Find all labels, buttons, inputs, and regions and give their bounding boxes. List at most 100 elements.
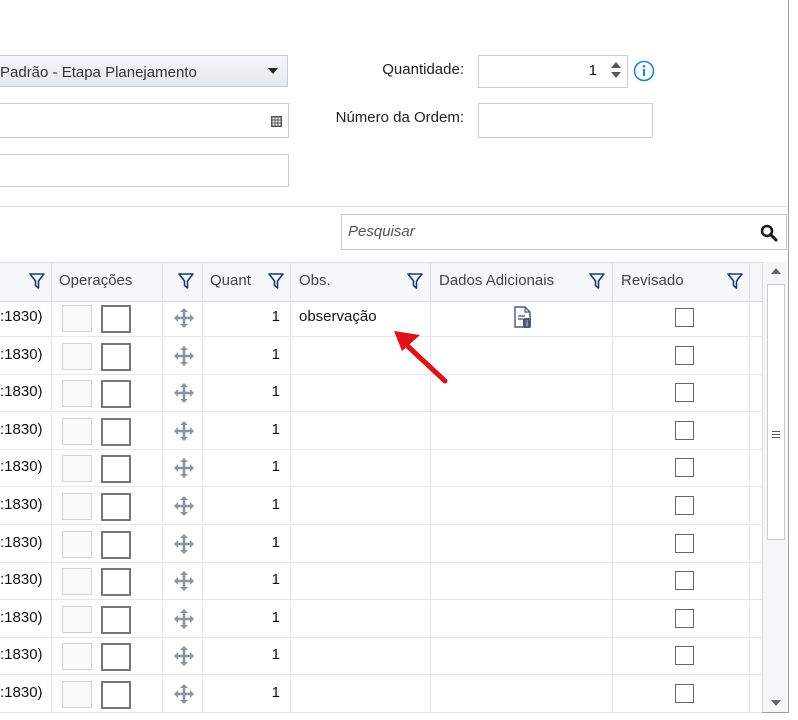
table-row[interactable]: :1830) 1	[0, 412, 762, 450]
cell-dados-adicionais[interactable]	[431, 488, 613, 524]
process-select[interactable]: Padrão - Etapa Planejamento	[0, 55, 288, 87]
operation-box[interactable]	[62, 568, 92, 596]
operation-box[interactable]	[62, 380, 92, 408]
table-row[interactable]: :1830) 1	[0, 375, 762, 413]
operation-box[interactable]	[62, 342, 92, 370]
vertical-scrollbar[interactable]	[762, 262, 788, 712]
text-field[interactable]	[0, 154, 289, 187]
move-icon[interactable]	[173, 345, 195, 367]
operation-box[interactable]	[101, 643, 131, 672]
revisado-checkbox[interactable]	[675, 533, 694, 553]
move-icon[interactable]	[173, 495, 195, 517]
cell-obs[interactable]	[291, 525, 431, 562]
cell-dados-adicionais[interactable]	[431, 412, 613, 449]
cell-obs[interactable]	[291, 600, 431, 637]
filter-icon[interactable]	[267, 272, 285, 290]
search-icon[interactable]	[760, 224, 778, 242]
cell-code[interactable]: :1830)	[0, 638, 52, 675]
filter-icon[interactable]	[28, 272, 46, 290]
table-row[interactable]: :1830) 1	[0, 563, 762, 601]
cell-dados-adicionais[interactable]	[431, 375, 613, 412]
spin-down-icon[interactable]	[611, 72, 621, 78]
column-header-dados-adicionais[interactable]: Dados Adicionais	[431, 263, 613, 301]
cell-code[interactable]: :1830)	[0, 525, 52, 562]
operation-box[interactable]	[101, 342, 131, 371]
calendar-icon[interactable]	[271, 116, 282, 127]
column-header-operacoes[interactable]: Operações	[52, 263, 163, 301]
revisado-checkbox[interactable]	[675, 646, 694, 666]
move-icon[interactable]	[173, 307, 195, 329]
document-icon[interactable]: i	[513, 306, 533, 330]
operation-box[interactable]	[101, 605, 131, 634]
info-icon[interactable]	[633, 60, 655, 82]
cell-code[interactable]: :1830)	[0, 676, 52, 712]
cell-obs[interactable]	[291, 563, 431, 600]
operation-box[interactable]	[101, 681, 131, 709]
move-icon[interactable]	[173, 645, 195, 667]
table-row[interactable]: :1830) 1	[0, 488, 762, 525]
cell-code[interactable]: :1830)	[0, 450, 52, 487]
date-field[interactable]	[0, 103, 289, 138]
table-row[interactable]: :1830) 1	[0, 525, 762, 563]
revisado-checkbox[interactable]	[675, 684, 694, 703]
cell-dados-adicionais[interactable]	[431, 638, 613, 675]
revisado-checkbox[interactable]	[675, 608, 694, 628]
cell-code[interactable]: :1830)	[0, 563, 52, 600]
table-row[interactable]: :1830) 1	[0, 638, 762, 676]
operation-box[interactable]	[101, 380, 131, 409]
column-header-quant[interactable]: Quant	[203, 263, 291, 301]
column-header-revisado[interactable]: Revisado	[613, 263, 750, 301]
revisado-checkbox[interactable]	[675, 458, 694, 478]
cell-obs[interactable]	[291, 412, 431, 449]
revisado-checkbox[interactable]	[675, 345, 694, 365]
order-number-field[interactable]	[478, 103, 653, 138]
move-icon[interactable]	[173, 533, 195, 555]
operation-box[interactable]	[101, 305, 131, 333]
table-row[interactable]: :1830) 1	[0, 450, 762, 488]
table-row[interactable]: :1830) 1	[0, 337, 762, 375]
cell-code[interactable]: :1830)	[0, 600, 52, 637]
filter-icon[interactable]	[177, 272, 195, 290]
operation-box[interactable]	[101, 455, 131, 484]
quantity-stepper[interactable]: 1	[478, 55, 628, 88]
spin-up-icon[interactable]	[611, 62, 621, 68]
scroll-up-icon[interactable]	[771, 268, 781, 274]
cell-code[interactable]: :1830)	[0, 375, 52, 412]
cell-obs[interactable]	[291, 638, 431, 675]
search-input[interactable]: Pesquisar	[341, 214, 787, 250]
operation-box[interactable]	[62, 455, 92, 483]
spinner-buttons[interactable]	[611, 62, 621, 80]
cell-dados-adicionais[interactable]	[431, 563, 613, 600]
operation-box[interactable]	[101, 417, 131, 446]
move-icon[interactable]	[173, 420, 195, 442]
cell-obs[interactable]	[291, 450, 431, 487]
column-header-code[interactable]	[0, 263, 52, 301]
revisado-checkbox[interactable]	[675, 420, 694, 440]
table-row[interactable]: :1830) 1	[0, 676, 762, 713]
operation-box[interactable]	[62, 530, 92, 558]
revisado-checkbox[interactable]	[675, 383, 694, 403]
move-icon[interactable]	[173, 457, 195, 479]
filter-icon[interactable]	[588, 272, 606, 290]
operation-box[interactable]	[101, 493, 131, 521]
cell-dados-adicionais[interactable]	[431, 676, 613, 712]
move-icon[interactable]	[173, 683, 195, 705]
chevron-down-icon[interactable]	[268, 68, 278, 74]
operation-box[interactable]	[62, 305, 92, 332]
cell-code[interactable]: :1830)	[0, 488, 52, 524]
cell-dados-adicionais[interactable]	[431, 600, 613, 637]
column-header-obs[interactable]: Obs.	[291, 263, 431, 301]
operation-box[interactable]	[62, 605, 92, 633]
revisado-checkbox[interactable]	[675, 496, 694, 515]
move-icon[interactable]	[173, 608, 195, 630]
revisado-checkbox[interactable]	[675, 308, 694, 327]
scrollbar-thumb[interactable]	[767, 284, 785, 540]
filter-icon[interactable]	[406, 272, 424, 290]
cell-code[interactable]: :1830)	[0, 337, 52, 374]
revisado-checkbox[interactable]	[675, 571, 694, 591]
cell-code[interactable]: :1830)	[0, 300, 52, 336]
cell-dados-adicionais[interactable]	[431, 525, 613, 562]
table-row[interactable]: :1830) 1 observação i	[0, 300, 762, 337]
cell-obs[interactable]	[291, 488, 431, 524]
cell-code[interactable]: :1830)	[0, 412, 52, 449]
